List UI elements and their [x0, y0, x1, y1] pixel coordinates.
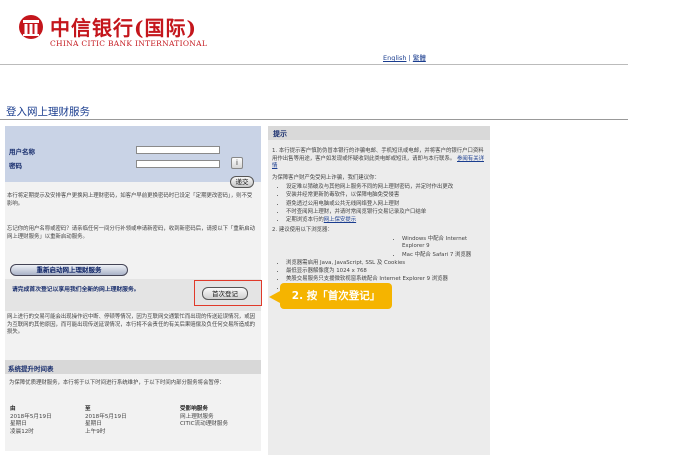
first-login-prompt: 请完成首次登记以享用我们全新的网上理财服务。 — [12, 287, 140, 293]
maintenance-from-head: 由 — [10, 406, 16, 412]
tips-title: 提示 — [273, 130, 287, 138]
virtual-keyboard-icon[interactable]: i — [231, 157, 243, 169]
title-divider — [0, 119, 628, 120]
maintenance-service-column: 受影响服务 网上理财服务 CITIC流动理财服务 — [180, 406, 228, 429]
security-tips-link[interactable]: 网上保安提示 — [324, 217, 356, 223]
list-item: 定期浏览本行的网上保安提示 — [286, 217, 486, 224]
protect-intro: 为保障客户财产免受网上诈骗，我们建议你： — [272, 174, 380, 181]
maintenance-to-column: 至 2018年5月19日 星期日 上午9时 — [85, 406, 127, 436]
header-divider — [0, 64, 628, 65]
list-item: Mac 中配合 Safari 7 浏览器 — [402, 252, 486, 259]
callout-arrow — [269, 291, 280, 303]
list-item: Windows 中配合 Internet Explorer 9 — [402, 236, 486, 251]
list-item: 设定难以猜破及与其他网上服务不同的网上理财密码，并定时作出更改 — [286, 184, 486, 191]
forgot-password-note: 忘记你的用户名称或密码？请亲临任何一间分行补领或申请新密码，收到新密码后，请按以… — [7, 226, 255, 240]
browser-list: Windows 中配合 Internet Explorer 9 Mac 中配合 … — [272, 236, 486, 259]
password-label: 密码 — [9, 162, 22, 170]
list-item: 不时查阅网上理财，并请时常阅览银行交易记录及户口结单 — [286, 209, 486, 216]
tips-header — [268, 126, 490, 140]
maintenance-from-time: 凌晨12时 — [10, 428, 34, 435]
security-note: 网上进行的交易可能会出现操作迟中断、停顿等情况，因为互联网交通繁忙而出现的传送延… — [7, 314, 255, 335]
tip-item-1-text: 1. 本行提示客户慎防伪冒本银行的诈骗电邮、手机短讯或电邮，并将客户的银行户口资… — [272, 148, 484, 162]
browser-intro: 建议使用以下浏览器： — [278, 227, 333, 234]
lang-traditional-link[interactable]: 繁體 — [413, 54, 426, 62]
list-item: 安装并经常更新防毒软件，以保障电脑免受侵害 — [286, 192, 486, 199]
lang-english-link[interactable]: English — [383, 54, 406, 62]
maintenance-from-column: 由 2018年5月19日 星期日 凌晨12时 — [10, 406, 52, 436]
maintenance-from-day: 星期日 — [10, 421, 27, 427]
logo-english-name: CHINA CITIC BANK INTERNATIONAL — [50, 39, 208, 48]
password-change-note: 本行将定期提示及安排客户更换网上理财密码，如客户早前更换密码时已设定「定期更改密… — [7, 193, 253, 207]
username-input[interactable] — [136, 146, 220, 154]
list-item-text: 定期浏览本行的 — [286, 217, 324, 224]
username-label: 用户名称 — [9, 148, 35, 156]
reactivate-service-button[interactable]: 重新启动网上理财服务 — [10, 264, 128, 276]
maintenance-service-head: 受影响服务 — [180, 406, 208, 412]
maintenance-to-date: 2018年5月19日 — [85, 413, 127, 420]
list-item: 避免透过公用电脑或公共无线网络登入网上理财 — [286, 201, 486, 208]
list-item: 最低显示器解像度为 1024 x 768 — [286, 268, 486, 275]
maintenance-to-time: 上午9时 — [85, 428, 106, 435]
lang-separator: | — [408, 54, 411, 62]
tip-item-1: 1. 本行提示客户慎防伪冒本银行的诈骗电邮、手机短讯或电邮，并将客户的银行户口资… — [272, 148, 486, 171]
maintenance-from-date: 2018年5月19日 — [10, 413, 52, 420]
maintenance-intro: 为保障优质理财服务，本行将于以下时间进行系统维护，于以下时间内部分服务将会暂停： — [9, 380, 225, 386]
login-form — [5, 126, 261, 182]
maintenance-service-2: CITIC流动理财服务 — [180, 421, 229, 427]
maintenance-service-1: 网上理财服务 — [180, 413, 214, 420]
highlight-box — [194, 280, 262, 306]
submit-button[interactable]: 递交 — [230, 176, 254, 188]
maintenance-to-day: 星期日 — [85, 421, 102, 427]
citic-logo-icon — [19, 15, 43, 39]
tip-item-2-number: 2. — [272, 227, 278, 234]
protect-list: 设定难以猜破及与其他网上服务不同的网上理财密码，并定时作出更改 安装并经常更新防… — [272, 184, 486, 224]
maintenance-to-head: 至 — [85, 406, 91, 412]
tips-content: 1. 本行提示客户慎防伪冒本银行的诈骗电邮、手机短讯或电邮，并将客户的银行户口资… — [272, 148, 486, 293]
language-switch: English | 繁體 — [383, 52, 426, 62]
page-title: 登入网上理财服务 — [6, 106, 90, 118]
tip-item-2: 2. 建议使用以下浏览器： — [272, 227, 486, 235]
list-item: 浏览器需启用 Java, JavaScript, SSL 及 Cookies — [286, 260, 486, 267]
maintenance-title: 系统提升时间表 — [8, 365, 54, 373]
instruction-callout: 2. 按「首次登记」 — [280, 283, 392, 309]
password-input[interactable] — [136, 160, 220, 168]
logo-chinese-name: 中信银行(国际) — [50, 16, 197, 40]
